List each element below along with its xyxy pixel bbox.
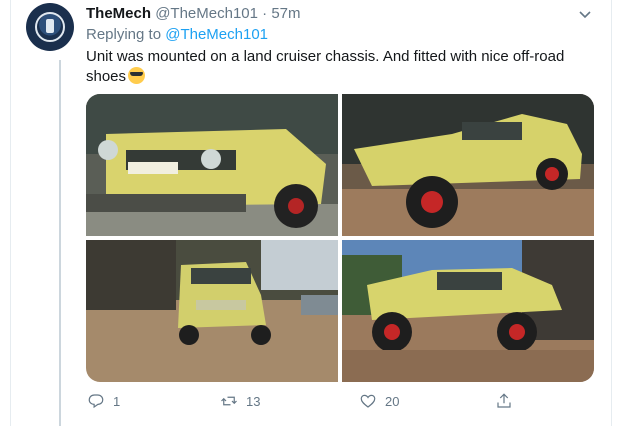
tweet-body: Unit was mounted on a land cruiser chass… <box>86 48 565 85</box>
avatar[interactable] <box>26 3 74 51</box>
tweet-text: Unit was mounted on a land cruiser chass… <box>86 47 596 87</box>
retweet-count: 13 <box>246 393 261 409</box>
tweet-actions: 1 13 20 <box>75 392 535 414</box>
tweet-header: TheMech @TheMech101 · 57m <box>86 5 301 22</box>
photo-1[interactable] <box>86 94 338 236</box>
display-name[interactable]: TheMech <box>86 5 151 22</box>
retweet-icon <box>221 396 237 406</box>
mention-link[interactable]: @TheMech101 <box>165 26 268 43</box>
more-caret-icon[interactable] <box>577 6 593 22</box>
avatar-logo <box>35 12 65 42</box>
reply-button[interactable]: 1 <box>87 392 120 410</box>
photo-2[interactable] <box>342 94 594 236</box>
media-grid <box>86 94 594 382</box>
reply-count: 1 <box>113 393 121 409</box>
like-button[interactable]: 20 <box>359 392 399 410</box>
photo-3[interactable] <box>86 240 338 382</box>
separator-dot: · <box>262 5 268 22</box>
share-icon <box>497 393 511 408</box>
user-handle[interactable]: @TheMech101 <box>155 5 258 22</box>
share-button[interactable] <box>495 392 521 410</box>
like-count: 20 <box>385 393 400 409</box>
reply-icon <box>88 394 104 409</box>
sunglasses-emoji-icon <box>128 67 146 84</box>
replying-to: Replying to @TheMech101 <box>86 26 268 43</box>
thread-line <box>59 60 61 426</box>
timestamp[interactable]: 57m <box>271 5 300 22</box>
photo-4[interactable] <box>342 240 594 382</box>
like-icon <box>360 394 376 408</box>
replying-label: Replying to <box>86 26 162 43</box>
retweet-button[interactable]: 13 <box>220 392 260 410</box>
